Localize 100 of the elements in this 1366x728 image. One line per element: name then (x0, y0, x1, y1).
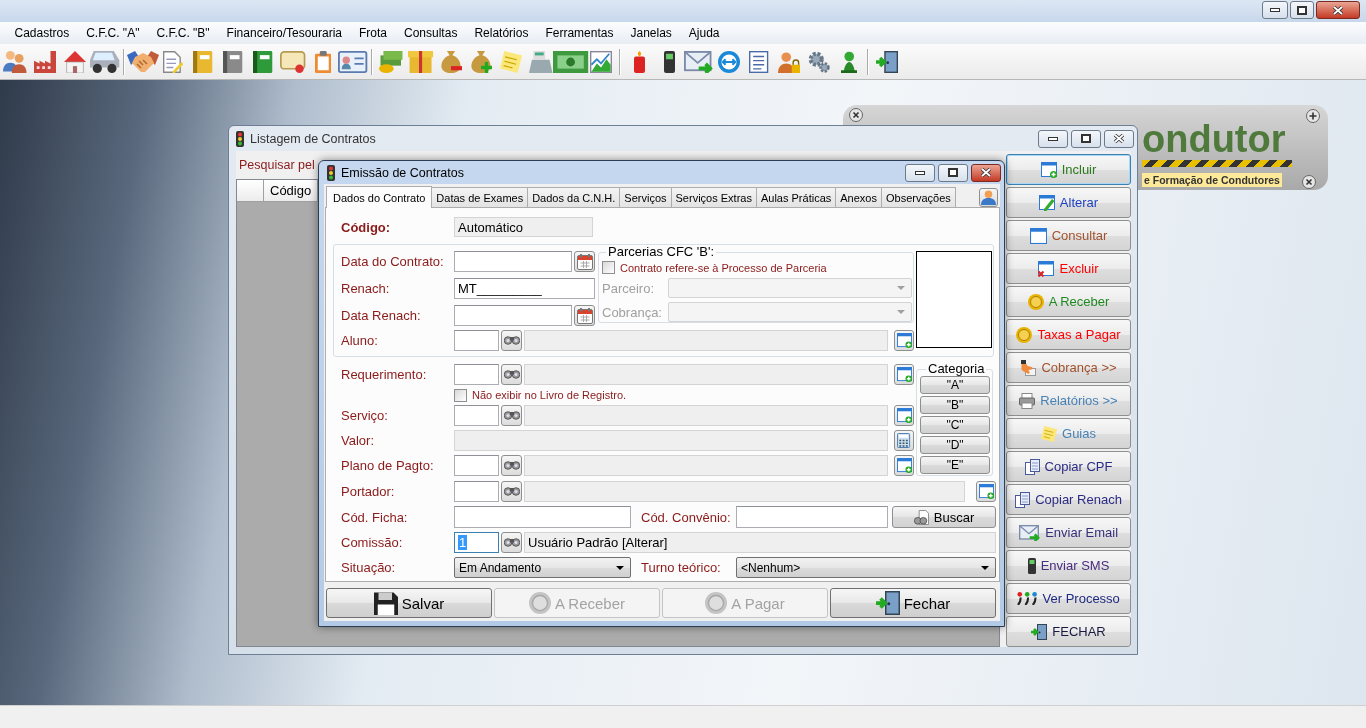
save-button[interactable]: Salvar (326, 588, 492, 618)
close-button[interactable] (1316, 1, 1360, 19)
copy-cpf-button[interactable]: Copiar CPF (1006, 451, 1131, 482)
car-icon[interactable] (90, 50, 120, 73)
dropdown[interactable]: <Nenhum> (736, 557, 996, 578)
process-button[interactable]: Ver Processo (1006, 583, 1131, 614)
tab[interactable]: Dados do Contrato (326, 186, 433, 208)
factory-icon[interactable] (34, 50, 56, 73)
double-arrow-circle-icon[interactable] (718, 50, 740, 73)
add-button[interactable] (894, 405, 914, 426)
money-bag-plus-icon[interactable] (470, 50, 492, 73)
email-button[interactable]: Enviar Email (1006, 517, 1131, 548)
certificate-icon[interactable] (280, 50, 306, 73)
text-field[interactable] (454, 481, 499, 502)
lookup-button[interactable] (501, 330, 522, 351)
candle-icon[interactable] (633, 50, 645, 73)
id-card-icon[interactable] (338, 50, 368, 73)
users-icon[interactable] (3, 50, 27, 73)
gift-box-icon[interactable] (408, 50, 434, 73)
add-button[interactable] (894, 455, 914, 476)
close-button[interactable] (971, 163, 1001, 182)
money-stack-icon[interactable] (379, 50, 403, 73)
exit-door-icon[interactable] (876, 50, 898, 73)
category-button[interactable]: "C" (920, 416, 990, 434)
text-field[interactable] (736, 506, 888, 528)
column-header[interactable]: Código (264, 180, 318, 202)
maximize-button[interactable] (1071, 129, 1101, 148)
menu-item[interactable]: Financeiro/Tesouraria (218, 24, 351, 42)
minimize-button[interactable] (905, 163, 935, 182)
calendar-button[interactable] (574, 305, 595, 326)
text-field[interactable] (454, 364, 499, 385)
lookup-button[interactable] (501, 364, 522, 385)
sms-button[interactable]: Enviar SMS (1006, 550, 1131, 581)
edit-button[interactable]: Alterar (1006, 187, 1131, 218)
plus-icon[interactable] (1306, 109, 1320, 123)
clipboard-icon[interactable] (314, 50, 332, 73)
menu-item[interactable]: C.F.C. "B" (147, 24, 219, 42)
menu-item[interactable]: Consultas (395, 24, 466, 42)
cellphone-icon[interactable] (663, 50, 675, 73)
tab[interactable]: Observações (880, 187, 956, 207)
book-icon[interactable] (193, 50, 213, 73)
tab[interactable]: Datas de Exames (431, 187, 529, 207)
add-button[interactable]: Incluir (1006, 154, 1131, 185)
reports-button[interactable]: Relatórios >> (1006, 385, 1131, 416)
lookup-button[interactable] (501, 532, 522, 553)
handshake-icon[interactable] (127, 50, 159, 73)
lookup-button[interactable] (501, 481, 522, 502)
lookup-button[interactable] (501, 405, 522, 426)
category-button[interactable]: "A" (920, 376, 990, 394)
add-button[interactable] (894, 330, 914, 351)
calculator-button[interactable] (894, 430, 914, 451)
calendar-button[interactable] (574, 251, 595, 272)
text-field[interactable] (454, 455, 499, 476)
menu-item[interactable]: Cadastros (6, 24, 78, 42)
lookup-button[interactable] (501, 455, 522, 476)
search-button[interactable]: Buscar (892, 506, 996, 528)
text-field[interactable] (454, 330, 499, 351)
text-field[interactable]: MT_________ (454, 278, 595, 299)
tab[interactable]: Anexos (835, 187, 882, 207)
tab[interactable]: Serviços (619, 187, 672, 207)
text-field[interactable] (454, 506, 631, 528)
tab[interactable]: Serviços Extras (670, 187, 757, 207)
category-button[interactable]: "B" (920, 396, 990, 414)
chart-icon[interactable] (590, 50, 612, 73)
menu-item[interactable]: Janelas (621, 24, 681, 42)
gears-icon[interactable] (808, 50, 830, 73)
maximize-button[interactable] (938, 163, 968, 182)
menu-item[interactable]: Ajuda (680, 24, 729, 42)
book-icon[interactable] (223, 50, 243, 73)
minimize-button[interactable] (1262, 1, 1288, 19)
text-field[interactable] (454, 405, 499, 426)
tab[interactable]: Dados da C.N.H. (527, 187, 621, 207)
house-icon[interactable] (64, 50, 86, 73)
menu-item[interactable]: Relatórios (465, 24, 537, 42)
document-pen-icon[interactable] (162, 50, 184, 73)
close-icon[interactable] (1302, 175, 1316, 189)
book-icon[interactable] (253, 50, 273, 73)
add-button[interactable] (976, 481, 996, 502)
close-icon[interactable] (849, 108, 863, 122)
dropdown[interactable]: Em Andamento (454, 557, 631, 578)
close-button[interactable]: Fechar (830, 588, 996, 618)
text-field[interactable] (454, 305, 572, 326)
tab[interactable]: Aulas Práticas (755, 187, 837, 207)
user-lock-icon[interactable] (778, 50, 800, 73)
money-bag-minus-icon[interactable] (440, 50, 462, 73)
minimize-button[interactable] (1038, 129, 1068, 148)
copy-renach-button[interactable]: Copiar Renach (1006, 484, 1131, 515)
menu-item[interactable]: Ferramentas (536, 24, 622, 42)
menu-item[interactable]: C.F.C. "A" (77, 24, 148, 42)
billing-button[interactable]: Cobrança >> (1006, 352, 1131, 383)
checkbox[interactable] (454, 388, 467, 402)
category-button[interactable]: "E" (920, 456, 990, 474)
list-document-icon[interactable] (749, 50, 769, 73)
cash-register-icon[interactable] (529, 50, 553, 73)
pawn-icon[interactable] (840, 50, 858, 73)
close-button[interactable] (1104, 129, 1134, 148)
view-button[interactable]: Consultar (1006, 220, 1131, 251)
user-button[interactable] (979, 187, 998, 207)
maximize-button[interactable] (1290, 1, 1314, 19)
add-button[interactable] (894, 364, 914, 385)
